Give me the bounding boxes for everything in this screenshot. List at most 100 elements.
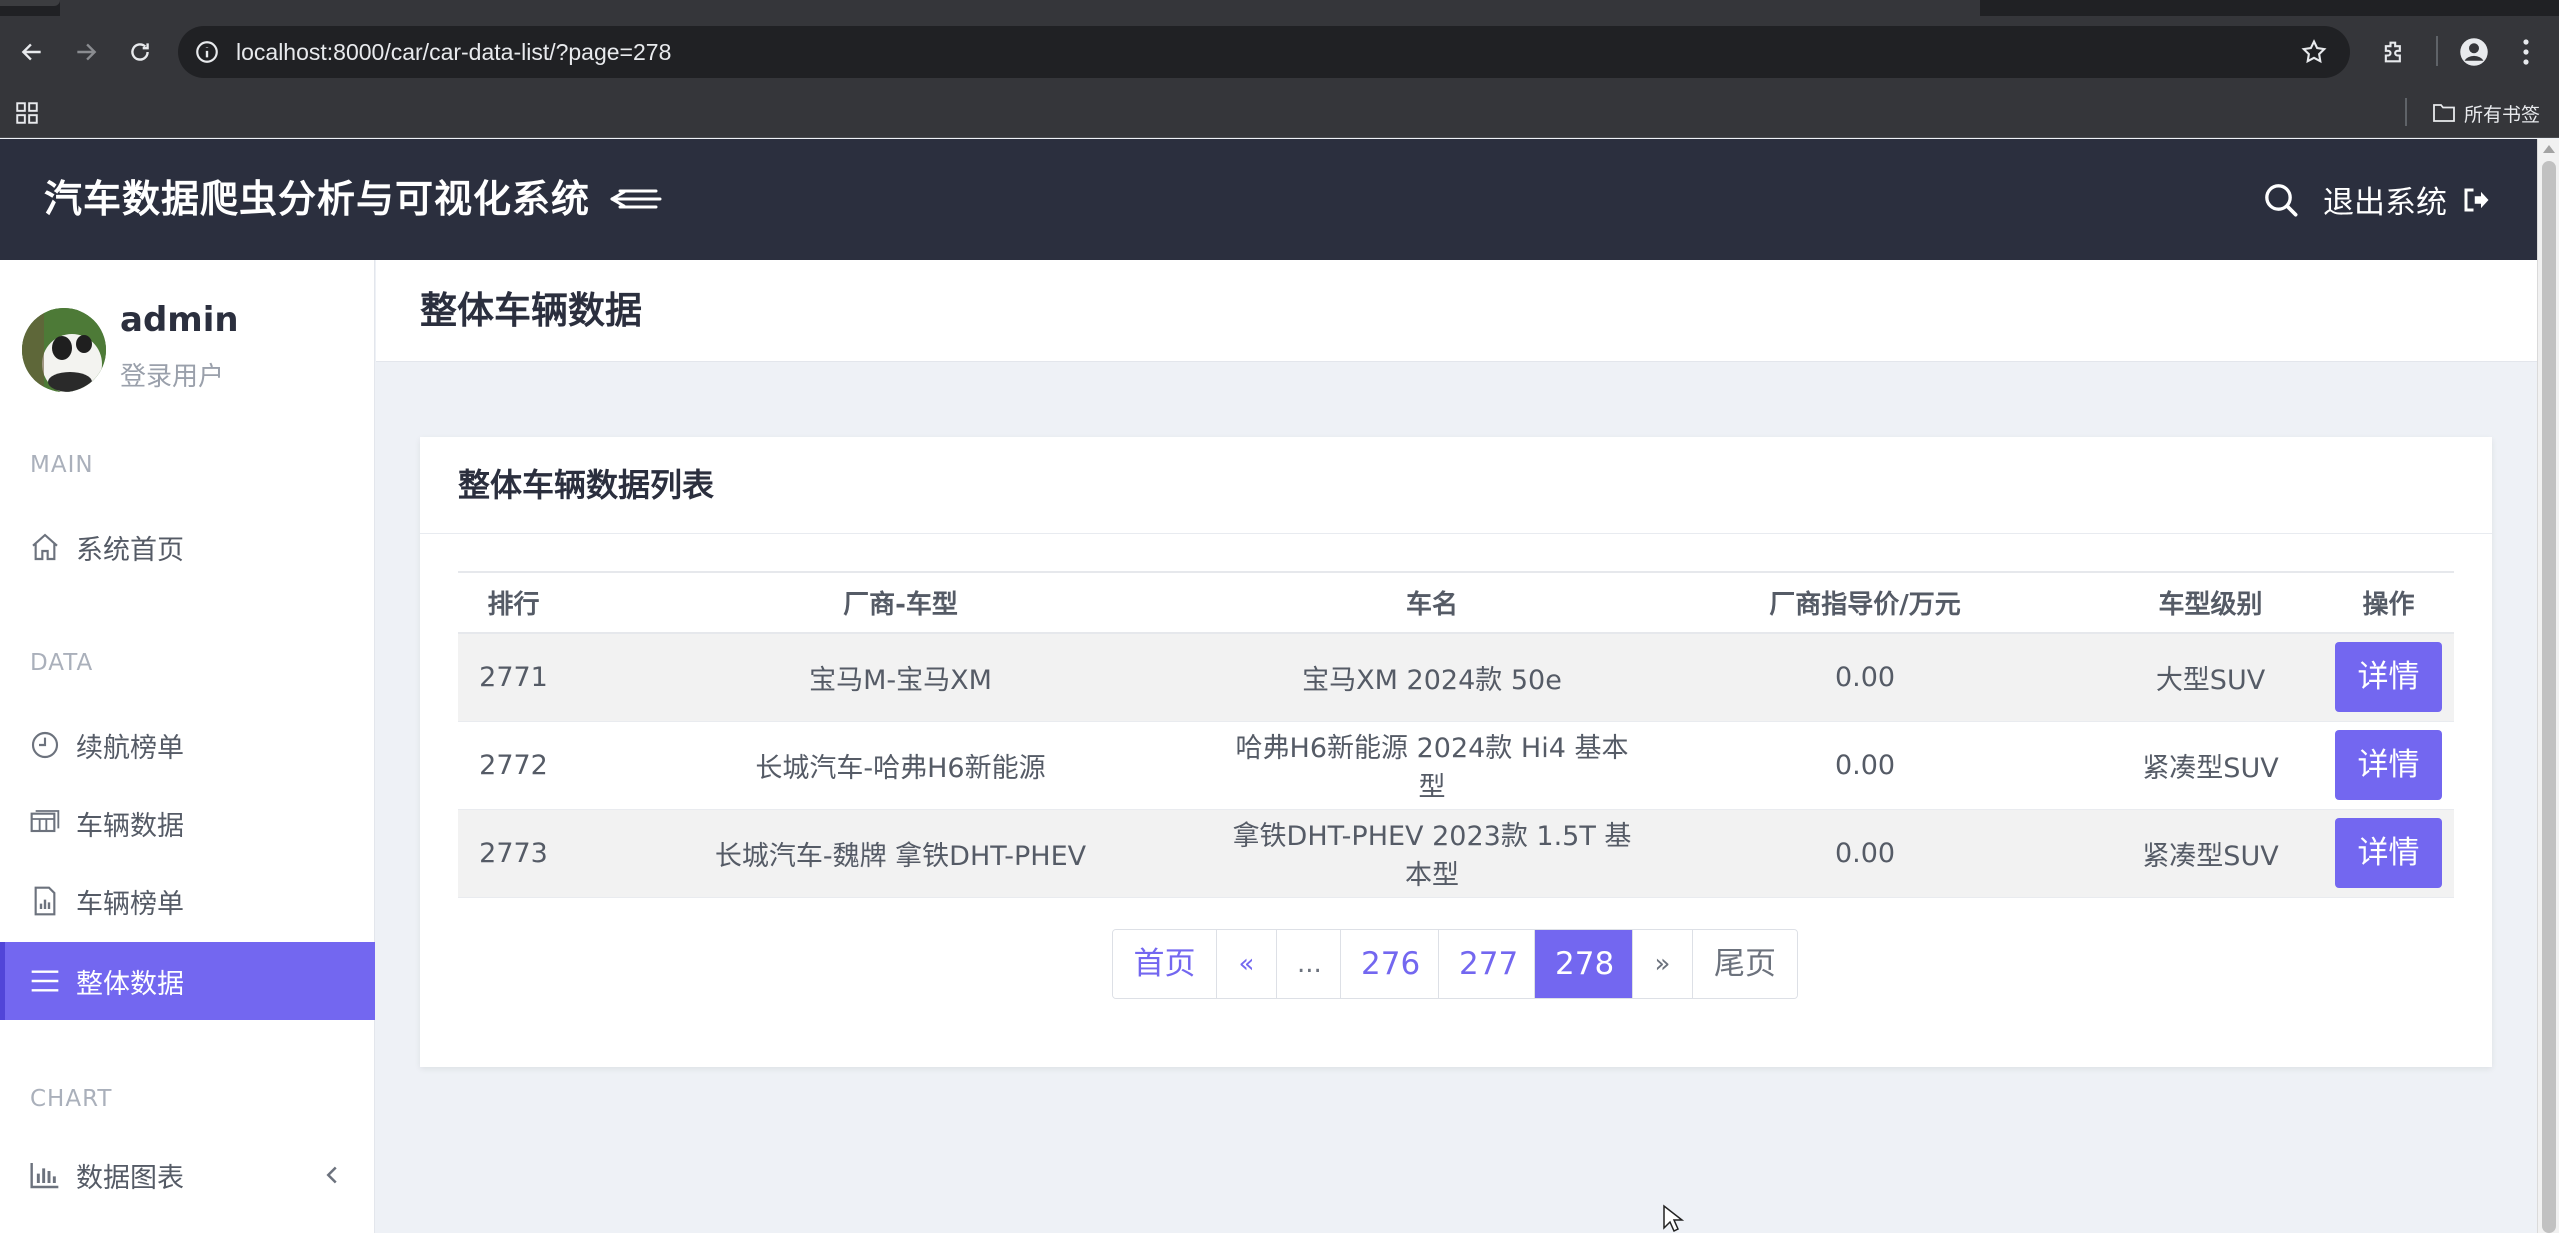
section-label-main: MAIN [30, 452, 94, 478]
header-actions: 退出系统 [2261, 139, 2491, 260]
reload-icon[interactable] [122, 34, 158, 70]
address-bar[interactable]: localhost:8000/car/car-data-list/?page=2… [178, 26, 2350, 78]
maker-model-cell: 宝马M-宝马XM [569, 633, 1232, 722]
pagination-first[interactable]: 首页 [1113, 930, 1217, 998]
car-name-cell: 拿铁DHT-PHEV 2023款 1.5T 基本型 [1232, 809, 1632, 898]
bookmarks-bar: 所有书签 [0, 88, 2559, 138]
level-cell: 大型SUV [2098, 633, 2323, 722]
bookmark-star-icon[interactable] [2300, 38, 2328, 66]
scroll-up-arrow[interactable] [2543, 145, 2555, 153]
clock-icon [28, 728, 62, 762]
level-cell: 紧凑型SUV [2098, 809, 2323, 898]
maker-model-cell: 长城汽车-魏牌 拿铁DHT-PHEV [569, 809, 1232, 898]
action-cell: 详情 [2323, 721, 2454, 810]
toolbar-divider [2436, 36, 2438, 66]
user-name: admin [120, 300, 239, 340]
sidebar-item-overall-data[interactable]: 整体数据 [0, 942, 375, 1020]
app-header: 汽车数据爬虫分析与可视化系统 退出系统 [0, 139, 2537, 260]
bookmarks-divider [2405, 98, 2407, 126]
table-row: 2773 长城汽车-魏牌 拿铁DHT-PHEV 拿铁DHT-PHEV 2023款… [458, 809, 2454, 898]
chevron-left-icon[interactable] [317, 1160, 347, 1190]
forward-icon[interactable] [68, 34, 104, 70]
extensions-icon[interactable] [2376, 34, 2412, 70]
avatar [22, 308, 106, 392]
all-bookmarks-label: 所有书签 [2464, 103, 2541, 126]
tab-edge [0, 0, 60, 6]
detail-button[interactable]: 详情 [2335, 642, 2442, 713]
sidebar-item-vehicle-ranking[interactable]: 车辆榜单 [0, 862, 375, 940]
sidebar-item-data-charts[interactable]: 数据图表 [0, 1136, 375, 1214]
column-header[interactable]: 操作 [2323, 571, 2454, 634]
section-label-chart: CHART [30, 1086, 113, 1112]
page-title-bar: 整体车辆数据 [376, 260, 2537, 362]
menu-toggle-icon[interactable] [604, 179, 664, 219]
search-icon[interactable] [2261, 180, 2301, 220]
column-header[interactable]: 车型级别 [2098, 571, 2323, 634]
user-role: 登录用户 [120, 362, 225, 392]
pagination-prev[interactable]: « [1217, 930, 1277, 998]
page-scrollbar[interactable] [2537, 139, 2559, 1233]
pagination-page[interactable]: 277 [1439, 930, 1535, 998]
sidebar: admin 登录用户 MAIN 系统首页 DATA 续航榜单 车辆数据 车辆榜单… [0, 260, 375, 1233]
pagination-last[interactable]: 尾页 [1693, 930, 1797, 998]
table-icon [28, 806, 62, 840]
sign-out-icon [2464, 188, 2489, 211]
all-bookmarks-folder[interactable]: 所有书签 [2432, 98, 2540, 128]
section-label-data: DATA [30, 650, 94, 676]
sidebar-item-label: 数据图表 [76, 1162, 184, 1194]
column-header[interactable]: 车名 [1232, 571, 1632, 634]
browser-tab[interactable] [60, 0, 1980, 16]
car-name-cell: 哈弗H6新能源 2024款 Hi4 基本型 [1232, 721, 1632, 810]
app-brand: 汽车数据爬虫分析与可视化系统 [44, 177, 591, 221]
sidebar-item-label: 车辆数据 [76, 810, 184, 842]
browser-tabstrip [0, 0, 2559, 16]
vehicle-table: 排行 厂商-车型 车名 厂商指导价/万元 车型级别 操作 2771 宝马M-宝马… [458, 571, 2454, 898]
price-cell: 0.00 [1632, 721, 2098, 810]
page-title: 整体车辆数据 [420, 289, 642, 332]
site-info-icon[interactable] [194, 39, 220, 65]
list-icon [28, 964, 62, 998]
pagination-ellipsis: ... [1277, 930, 1341, 998]
price-cell: 0.00 [1632, 809, 2098, 898]
table-header-row: 排行 厂商-车型 车名 厂商指导价/万元 车型级别 操作 [458, 571, 2454, 634]
column-header[interactable]: 厂商-车型 [569, 571, 1232, 634]
data-card: 整体车辆数据列表 排行 厂商-车型 车名 厂商指导价/万元 车型级别 操作 27… [420, 437, 2492, 1067]
home-icon [28, 530, 62, 564]
maker-model-cell: 长城汽车-哈弗H6新能源 [569, 721, 1232, 810]
logout-button[interactable]: 退出系统 [2323, 177, 2491, 222]
browser-menu-icon[interactable] [2508, 34, 2544, 70]
sidebar-item-range-ranking[interactable]: 续航榜单 [0, 706, 375, 784]
action-cell: 详情 [2323, 633, 2454, 722]
apps-grid-icon[interactable] [14, 100, 40, 126]
table-row: 2772 长城汽车-哈弗H6新能源 哈弗H6新能源 2024款 Hi4 基本型 … [458, 721, 2454, 810]
price-cell: 0.00 [1632, 633, 2098, 722]
car-name-cell: 宝马XM 2024款 50e [1232, 633, 1632, 722]
sidebar-item-label: 系统首页 [76, 534, 184, 566]
mouse-cursor-icon [1662, 1204, 1685, 1233]
column-header[interactable]: 排行 [458, 571, 569, 634]
back-icon[interactable] [14, 34, 50, 70]
pagination-next[interactable]: » [1633, 930, 1693, 998]
sidebar-item-label: 续航榜单 [76, 732, 184, 764]
sidebar-item-label: 整体数据 [76, 968, 184, 1000]
folder-icon [2433, 104, 2455, 122]
column-header[interactable]: 厂商指导价/万元 [1632, 571, 2098, 634]
logout-label: 退出系统 [2323, 185, 2447, 221]
rank-cell: 2773 [458, 809, 569, 898]
card-header: 整体车辆数据列表 [420, 437, 2492, 534]
sidebar-item-vehicle-data[interactable]: 车辆数据 [0, 784, 375, 862]
sidebar-item-home[interactable]: 系统首页 [0, 508, 375, 586]
card-title: 整体车辆数据列表 [458, 466, 715, 504]
profile-icon[interactable] [2456, 34, 2492, 70]
table-row: 2771 宝马M-宝马XM 宝马XM 2024款 50e 0.00 大型SUV … [458, 633, 2454, 722]
level-cell: 紧凑型SUV [2098, 721, 2323, 810]
detail-button[interactable]: 详情 [2335, 818, 2442, 888]
rank-cell: 2772 [458, 721, 569, 810]
scrollbar-thumb[interactable] [2542, 161, 2556, 1233]
detail-button[interactable]: 详情 [2335, 730, 2442, 800]
pagination: 首页 « ... 276 277 278 » 尾页 [1112, 929, 1798, 999]
pagination-page-current[interactable]: 278 [1535, 930, 1633, 998]
pagination-page[interactable]: 276 [1341, 930, 1439, 998]
sidebar-item-label: 车辆榜单 [76, 888, 184, 920]
url-text[interactable]: localhost:8000/car/car-data-list/?page=2… [236, 26, 671, 78]
